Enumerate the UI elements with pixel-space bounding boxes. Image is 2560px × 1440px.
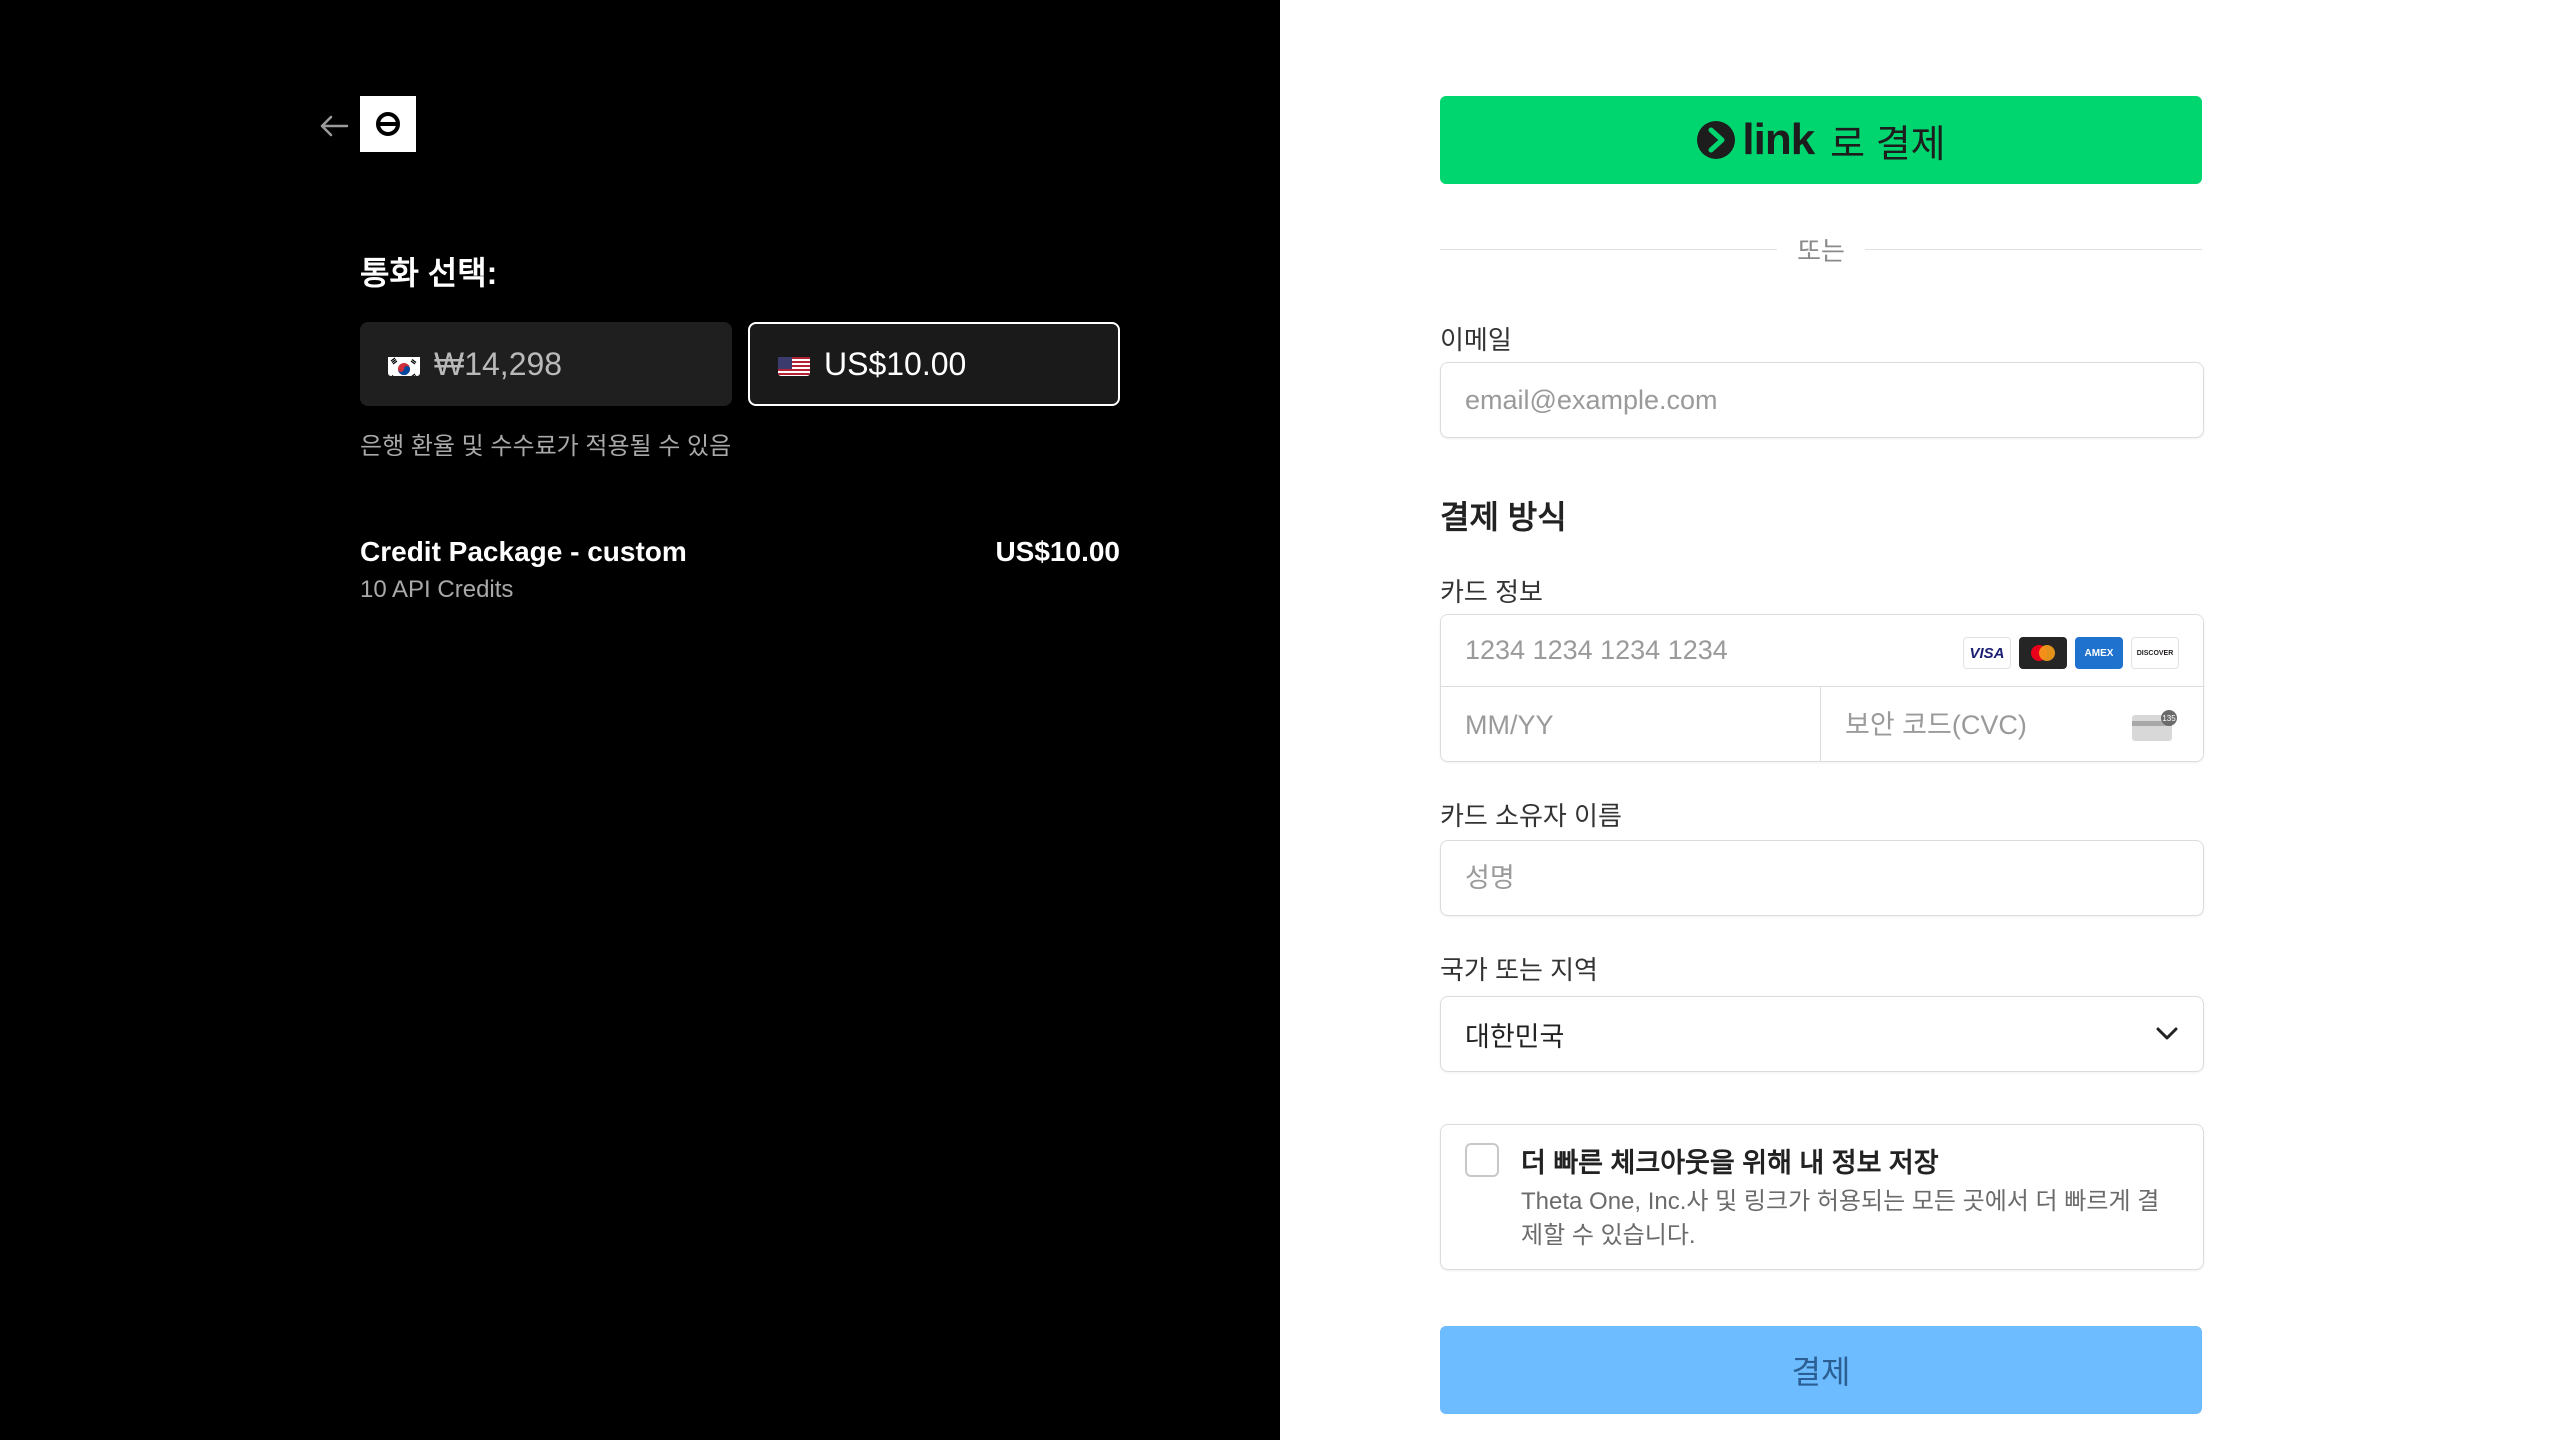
link-logo-icon (1697, 121, 1736, 159)
email-input[interactable] (1440, 362, 2204, 438)
currency-amount-usd: US$10.00 (824, 345, 967, 382)
currency-select-title: 통화 선택: (360, 255, 498, 291)
card-info-label: 카드 정보 (1440, 577, 1543, 607)
card-brands: VISA AMEX DISCOVER (1963, 637, 2179, 669)
currency-amount-krw: ₩14,298 (434, 345, 563, 382)
link-wordmark: link (1742, 115, 1815, 164)
us-flag-icon (778, 352, 810, 376)
fee-note: 은행 환율 및 수수료가 적용될 수 있음 (360, 433, 732, 460)
product-name: Credit Package - custom (360, 536, 687, 567)
or-divider-text: 또는 (1797, 235, 1845, 266)
product-description: 10 API Credits (360, 576, 514, 603)
mastercard-icon (2019, 637, 2067, 669)
cardholder-label: 카드 소유자 이름 (1440, 801, 1622, 831)
arrow-left-icon (320, 115, 349, 137)
product-price: US$10.00 (995, 536, 1120, 567)
save-info-checkbox[interactable] (1465, 1143, 1499, 1177)
back-button[interactable] (316, 108, 352, 144)
visa-icon: VISA (1963, 637, 2011, 669)
cvc-card-icon: 135 (2132, 710, 2177, 741)
country-select[interactable]: 대한민국 (1440, 996, 2204, 1072)
svg-text:135: 135 (2162, 714, 2176, 723)
amex-icon: AMEX (2075, 637, 2123, 669)
payment-method-heading: 결제 방식 (1440, 499, 1567, 535)
currency-option-krw[interactable]: ₩14,298 (360, 322, 732, 406)
or-divider: 또는 (1440, 232, 2202, 266)
pay-with-link-button[interactable]: link 로 결제 (1440, 96, 2202, 184)
email-label: 이메일 (1440, 325, 1512, 355)
card-info-group: VISA AMEX DISCOVER 135 (1440, 614, 2204, 762)
korea-flag-icon (388, 352, 420, 376)
chevron-down-icon (2156, 1027, 2178, 1040)
cardholder-name-input[interactable] (1440, 840, 2204, 916)
save-info-description: Theta One, Inc.사 및 링크가 허용되는 모든 곳에서 더 빠르게… (1521, 1188, 2160, 1249)
country-selected-value: 대한민국 (1465, 1021, 1565, 1052)
discover-icon: DISCOVER (2131, 637, 2179, 669)
logo-icon (376, 112, 400, 136)
card-expiry-input[interactable] (1441, 687, 1821, 761)
pay-button-label: 결제 (1791, 1354, 1851, 1390)
save-info-title: 더 빠른 체크아웃을 위해 내 정보 저장 (1521, 1148, 1939, 1178)
merchant-logo (360, 96, 416, 152)
payment-form-panel: link 로 결제 또는 이메일 결제 방식 카드 정보 VISA AMEX D… (1280, 0, 2560, 1440)
country-label: 국가 또는 지역 (1440, 955, 1598, 985)
link-button-label: 로 결제 (1830, 123, 1946, 166)
currency-option-usd[interactable]: US$10.00 (748, 322, 1120, 406)
save-info-box: 더 빠른 체크아웃을 위해 내 정보 저장 Theta One, Inc.사 및… (1440, 1124, 2204, 1270)
order-summary-panel: 통화 선택: ₩14,298 US$10.00 은행 환율 및 수수료가 적용될… (0, 0, 1280, 1440)
pay-button[interactable]: 결제 (1440, 1326, 2202, 1414)
